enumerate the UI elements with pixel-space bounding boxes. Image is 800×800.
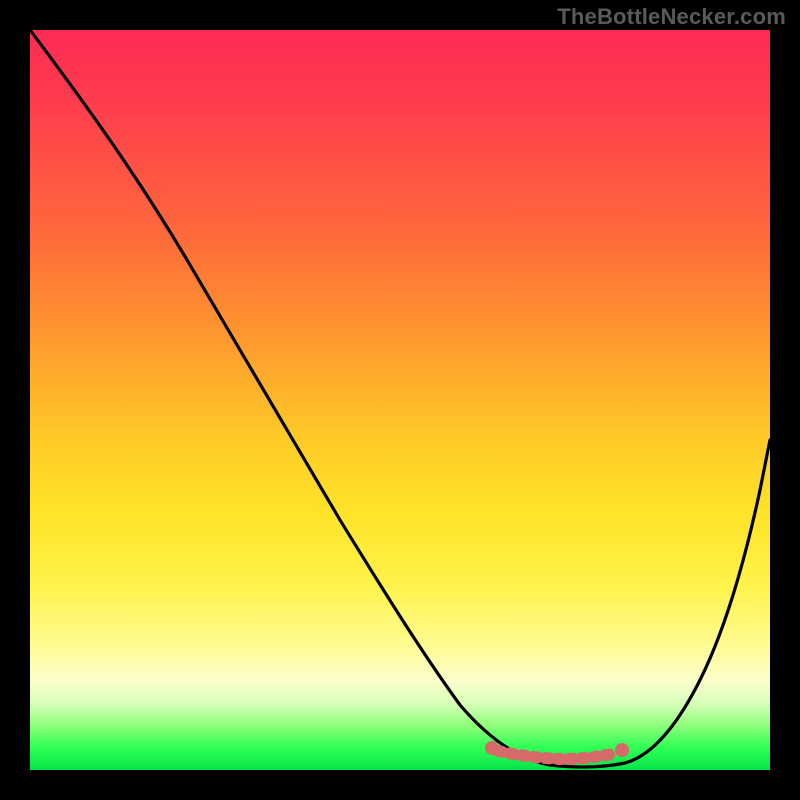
curve-layer — [30, 30, 770, 770]
bottleneck-curve — [30, 30, 770, 767]
watermark-text: TheBottleNecker.com — [557, 4, 786, 30]
plot-area — [30, 30, 770, 770]
optimal-range-marker — [485, 741, 629, 759]
chart-frame: TheBottleNecker.com — [0, 0, 800, 800]
